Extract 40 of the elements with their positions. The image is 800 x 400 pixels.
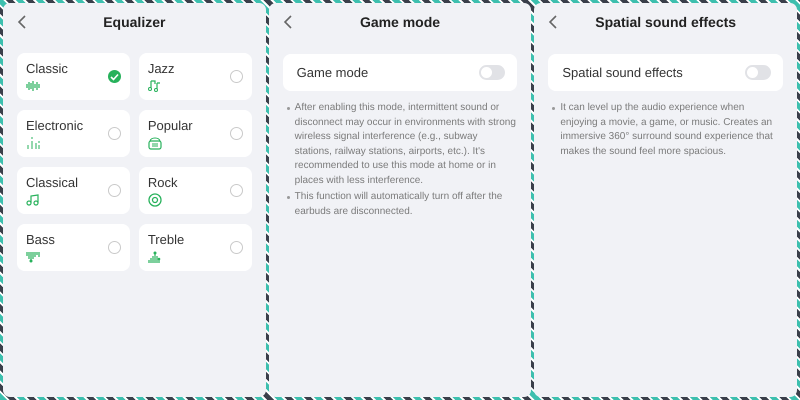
back-button[interactable] [548, 14, 558, 30]
bullet-icon [552, 107, 556, 110]
toggle-switch[interactable] [745, 65, 772, 80]
bullet-icon [286, 196, 290, 199]
back-button[interactable] [17, 14, 27, 30]
radio-button[interactable] [108, 127, 121, 140]
toggle-switch[interactable] [479, 65, 506, 80]
bass-bars-icon [26, 250, 40, 264]
preset-card[interactable]: Classic [17, 53, 130, 100]
preset-card[interactable]: Popular [138, 110, 252, 157]
treble-bars-icon [148, 250, 162, 264]
radio-button[interactable] [108, 241, 121, 254]
setting-label: Game mode [296, 65, 368, 80]
preset-card[interactable]: Electronic [17, 110, 130, 157]
preset-card[interactable]: Jazz [138, 53, 252, 100]
bullet-icon [286, 107, 290, 110]
screen-title: Spatial sound effects [595, 14, 736, 30]
note-text: After enabling this mode, intermittent sound or disconnect may occur in environments with strong wireless signal interference (e.g., subway stations, railway stations, airports, etc.). It's recommended to use this mode at home or in places with less interference. [294, 101, 517, 188]
note-text: This function will automatically turn off after the earbuds are disconnected. [294, 190, 504, 218]
radio-button[interactable] [230, 70, 243, 83]
radio-button[interactable] [230, 241, 243, 254]
music-notes-icon [148, 78, 162, 92]
radio-button[interactable] [230, 184, 243, 197]
preset-card[interactable]: Treble [138, 224, 252, 271]
screen-title: Equalizer [103, 14, 166, 30]
waveform-icon [26, 78, 40, 92]
screen-title: Game mode [360, 14, 440, 30]
equalizer-bars-icon [26, 136, 40, 150]
note-text: It can level up the audio experience when enjoying a movie, a game, or music. Creates an immersive 360° surround sound experience that makes the sound feel more spacious. [560, 101, 774, 158]
disc-icon [148, 192, 162, 206]
preset-card[interactable]: Classical [17, 167, 130, 214]
preset-card[interactable]: Rock [138, 167, 252, 214]
music-notes-icon [26, 192, 40, 206]
radio-icon [148, 136, 162, 150]
back-button[interactable] [282, 14, 293, 30]
setting-label: Spatial sound effects [562, 65, 683, 80]
radio-button[interactable] [108, 184, 121, 197]
radio-button[interactable] [230, 127, 243, 140]
check-icon[interactable] [108, 70, 121, 83]
preset-card[interactable]: Bass [17, 224, 130, 271]
